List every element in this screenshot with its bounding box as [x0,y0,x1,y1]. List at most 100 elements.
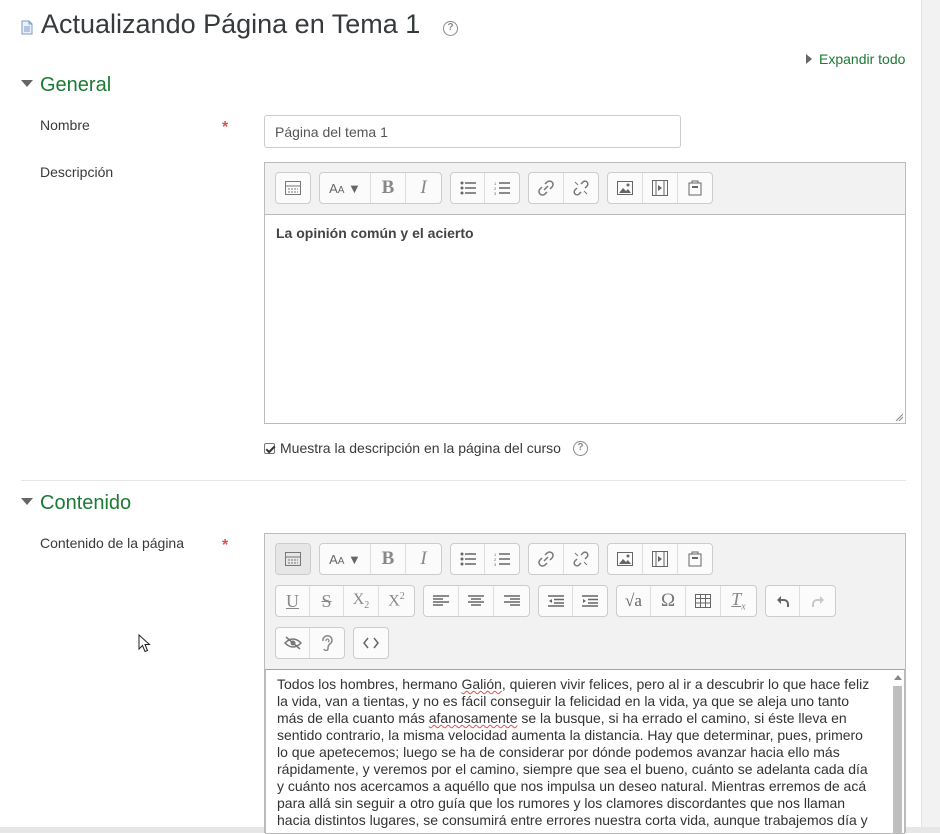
toolbar-toggle-button[interactable] [276,544,310,574]
align-left-button[interactable] [424,586,459,616]
image-button[interactable] [608,173,643,203]
link-icon [538,180,554,196]
table-button[interactable] [686,586,721,616]
content-scrollbar[interactable] [892,672,903,833]
toolbar-group [275,172,311,204]
page-document-icon [21,20,33,35]
manage-files-button[interactable] [678,544,712,574]
bold-button[interactable]: B [371,173,406,203]
show-description-checkbox[interactable] [264,442,275,454]
screenreader-helper-button[interactable] [310,628,344,658]
toolbar-toggle-button[interactable] [276,173,310,203]
undo-button[interactable] [766,586,800,616]
italic-button[interactable]: I [406,544,441,574]
editor-toolbar: AA ▼ B I 123 [275,172,721,204]
page-content-editor: AA ▼ B I 123 U S X2 X2 √a Ω Tx Todos los… [264,533,906,834]
manage-files-button[interactable] [678,173,712,203]
unordered-list-button[interactable] [451,544,485,574]
image-icon [617,552,633,566]
toolbar-group: √a Ω Tx [616,585,757,617]
align-right-button[interactable] [494,586,529,616]
indent-button[interactable] [573,586,607,616]
media-button[interactable] [643,173,678,203]
underline-button[interactable]: U [276,586,310,616]
scrollbar-thumb[interactable] [893,686,902,833]
image-button[interactable] [608,544,643,574]
toolbar-group: AA ▼ B I [319,172,442,204]
expand-triangle-icon [806,54,812,64]
resize-grip-icon[interactable] [895,413,903,421]
description-text: La opinión común y el acierto [276,225,474,241]
page-content-name: Galión [461,676,502,692]
ordered-list-button[interactable]: 123 [485,544,519,574]
show-description-option: Muestra la descripción en la página del … [264,440,588,456]
outdent-button[interactable] [539,586,573,616]
section-general-title: General [40,74,112,96]
subscript-button[interactable]: X2 [344,586,379,616]
page-content-text-end: se la busque, si ha errado el camino, si… [277,710,868,828]
editor-toolbar-row-2: U S X2 X2 √a Ω Tx [275,585,844,617]
unordered-list-icon [460,181,476,195]
page-content-text-start: Todos los hombres, hermano [277,676,462,692]
screenreader-helper-icon [322,635,333,651]
right-page-border [921,0,940,833]
help-icon[interactable]: ? [443,21,458,36]
link-icon [538,551,554,567]
font-style-button[interactable]: AA ▼ [320,173,371,203]
toolbar-group: U S X2 X2 [275,585,415,617]
underline-icon: U [286,590,299,611]
clear-format-button[interactable]: Tx [721,586,756,616]
collapse-caret-icon [21,80,33,87]
accessibility-checker-icon [283,636,302,650]
superscript-button[interactable]: X2 [379,586,414,616]
font-style-icon: AA ▼ [329,180,361,196]
media-icon [652,551,668,567]
html-code-icon [363,637,379,649]
unordered-list-button[interactable] [451,173,485,203]
section-divider [21,480,906,481]
unlink-button[interactable] [564,173,598,203]
bold-icon: B [381,177,395,198]
help-icon[interactable]: ? [572,440,588,456]
toolbar-group [607,543,713,575]
toolbar-group [538,585,608,617]
required-icon: * [222,119,229,136]
svg-text:3: 3 [494,562,497,566]
image-icon [617,181,633,195]
strikethrough-icon: S [321,590,332,611]
redo-button[interactable] [800,586,835,616]
accessibility-checker-button[interactable] [276,628,310,658]
media-icon [652,180,668,196]
toolbar-group [423,585,530,617]
toolbar-toggle-icon [285,552,301,566]
unordered-list-icon [460,552,476,566]
page-content-area[interactable]: Todos los hombres, hermano Galión, quier… [265,669,905,834]
link-button[interactable] [529,544,564,574]
description-content[interactable]: La opinión común y el acierto [265,214,905,423]
required-icon: * [222,537,229,554]
align-center-button[interactable] [459,586,494,616]
outdent-icon [547,595,564,607]
special-char-button[interactable]: Ω [651,586,686,616]
ordered-list-icon: 123 [494,552,510,566]
link-button[interactable] [529,173,564,203]
html-code-button[interactable] [354,628,388,658]
unlink-icon [573,551,589,567]
section-content-toggle[interactable]: Contenido [21,492,131,515]
strikethrough-button[interactable]: S [310,586,344,616]
mouse-pointer-icon [138,634,151,653]
toolbar-group [765,585,836,617]
media-button[interactable] [643,544,678,574]
section-general-toggle[interactable]: General [21,74,111,97]
italic-button[interactable]: I [406,173,441,203]
bold-button[interactable]: B [371,544,406,574]
toolbar-group [353,627,389,659]
expand-all-link[interactable]: Expandir todo [806,51,905,67]
unlink-button[interactable] [564,544,598,574]
name-field[interactable] [264,115,681,148]
ordered-list-icon: 123 [494,181,510,195]
ordered-list-button[interactable]: 123 [485,173,519,203]
font-style-button[interactable]: AA ▼ [320,544,371,574]
equation-button[interactable]: √a [617,586,651,616]
scroll-up-arrow-icon[interactable] [894,675,902,680]
